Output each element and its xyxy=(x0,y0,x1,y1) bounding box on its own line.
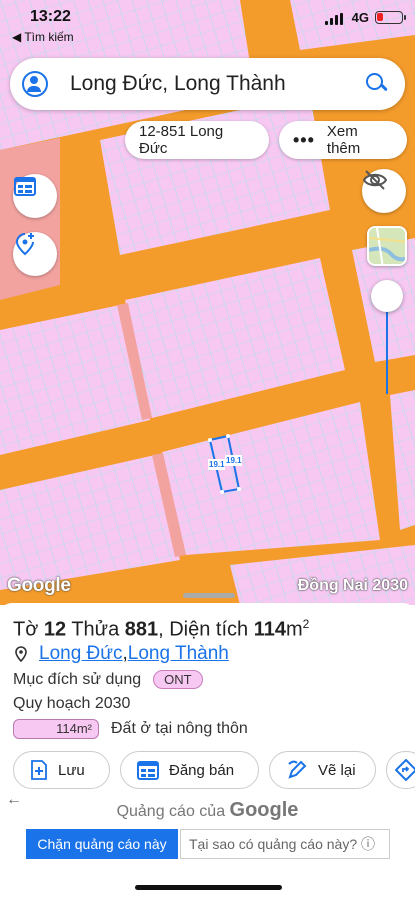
visibility-off-icon xyxy=(362,170,388,190)
home-indicator[interactable] xyxy=(135,885,282,890)
more-chip-label: Xem thêm xyxy=(326,123,361,157)
area-unit: m xyxy=(286,618,303,641)
parcel-dim-label: 19.1 xyxy=(209,460,225,469)
lot-chip-label: 12-851 Long Đức xyxy=(139,123,224,157)
thua-label: Thửa xyxy=(66,618,125,641)
search-icon[interactable] xyxy=(365,72,389,96)
land-use-row: Mục đích sử dụng ONT xyxy=(13,670,203,689)
district-link[interactable]: Long Thành xyxy=(128,643,229,665)
status-time: 13:22 xyxy=(30,8,71,25)
parcel-dim-label: 19.1 xyxy=(226,456,242,465)
ward-link[interactable]: Long Đức xyxy=(39,643,123,665)
lot-chip[interactable]: 12-851 Long Đức xyxy=(125,121,269,159)
search-bar[interactable]: Long Đức, Long Thành xyxy=(10,58,405,110)
parcel-title: Tờ 12 Thửa 881, Diện tích 114m2 xyxy=(13,617,309,642)
calendar-sell-icon xyxy=(137,761,159,780)
calendar-map-button[interactable] xyxy=(13,174,57,218)
plan-label: Quy hoạch 2030 xyxy=(13,695,131,712)
ad-title-prefix: Quảng cáo của xyxy=(116,803,230,820)
to-number: 12 xyxy=(43,618,67,641)
post-for-sale-button[interactable]: Đăng bán xyxy=(120,751,259,789)
redraw-label: Vẽ lại xyxy=(318,761,356,779)
add-note-icon xyxy=(31,760,47,780)
area-exponent: 2 xyxy=(302,617,310,631)
plan-area-desc: Đất ở tại nông thôn xyxy=(111,720,248,737)
save-button[interactable]: Lưu xyxy=(13,751,110,789)
add-location-button[interactable] xyxy=(13,232,57,276)
more-chip[interactable]: ••• Xem thêm xyxy=(279,121,407,159)
save-label: Lưu xyxy=(58,761,85,779)
back-to-app-link[interactable]: ◀ Tìm kiếm xyxy=(12,30,74,44)
land-use-label: Mục đích sử dụng xyxy=(13,670,142,688)
toggle-layer-visibility-button[interactable] xyxy=(362,169,406,213)
ad-title-brand: Google xyxy=(229,799,299,821)
action-bar: Lưu Đăng bán Vẽ lại xyxy=(13,751,415,789)
signal-icon xyxy=(325,13,343,25)
thua-number: 881 xyxy=(124,618,159,641)
user-icon[interactable] xyxy=(22,71,48,97)
land-use-code-badge: ONT xyxy=(153,670,203,689)
plan-area-badge: 114m² xyxy=(13,719,99,739)
parcel-address: Long Đức, Long Thành xyxy=(15,643,229,665)
area-label: , Diện tích xyxy=(158,618,254,641)
google-logo: Google xyxy=(7,575,71,596)
opacity-slider-knob[interactable] xyxy=(371,280,403,312)
network-type: 4G xyxy=(351,10,369,25)
title-prefix: Tờ xyxy=(13,618,44,641)
ad-title: Quảng cáo của Google xyxy=(0,799,415,822)
status-bar: 13:22 ◀ Tìm kiếm 4G xyxy=(0,8,415,48)
plan-area-row: 114m² Đất ở tại nông thôn xyxy=(13,719,248,739)
layer-thumbnail-icon[interactable] xyxy=(367,226,407,266)
block-ad-button[interactable]: Chặn quảng cáo này xyxy=(26,829,178,859)
add-location-icon xyxy=(15,233,34,256)
pencil-check-icon xyxy=(288,760,307,779)
area-value: 114 xyxy=(253,618,286,641)
direction-icon xyxy=(395,759,415,781)
battery-icon xyxy=(375,11,406,24)
layer-thumbnail-svg xyxy=(369,228,405,264)
more-dots-icon: ••• xyxy=(293,129,315,150)
sheet-drag-handle[interactable] xyxy=(183,593,235,598)
redraw-button[interactable]: Vẽ lại xyxy=(269,751,376,789)
why-ad-button[interactable]: Tại sao có quảng cáo này? ⓘ xyxy=(180,829,390,859)
map-layer-label: Đồng Nai 2030 xyxy=(297,577,408,594)
sell-label: Đăng bán xyxy=(169,761,235,779)
calendar-icon xyxy=(14,177,36,196)
location-pin-icon xyxy=(15,646,27,662)
search-query[interactable]: Long Đức, Long Thành xyxy=(70,72,365,96)
directions-button[interactable] xyxy=(386,751,415,789)
